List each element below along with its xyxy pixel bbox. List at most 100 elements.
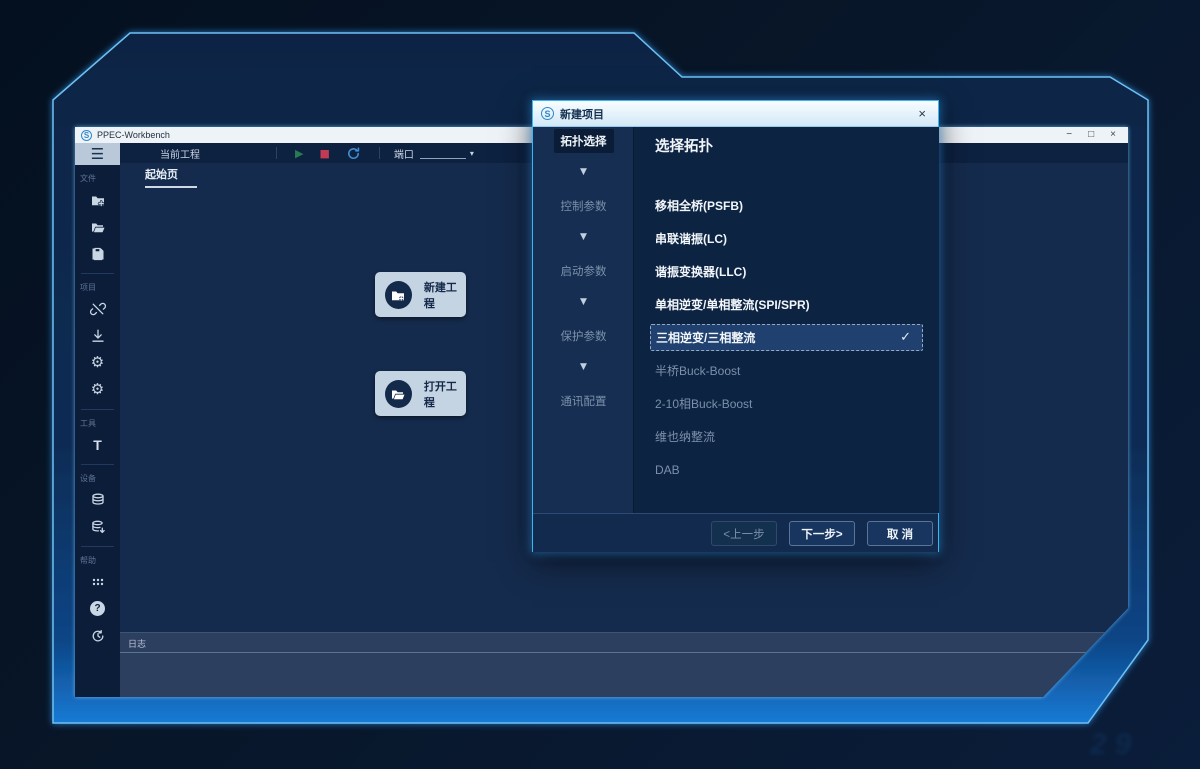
run-button[interactable]: ▶	[295, 147, 303, 160]
step-arrow-icon: ▼	[533, 362, 634, 372]
folder-open-icon	[390, 386, 406, 402]
gear-bolt-icon: ⚙	[91, 355, 104, 370]
list-item-psfb[interactable]: 移相全桥(PSFB)	[634, 189, 939, 222]
step-startup-params[interactable]: 启动参数	[533, 259, 634, 283]
tab-label: 起始页	[145, 166, 197, 182]
sidebar-section-device: 设备	[75, 473, 96, 484]
sidebar-section-project: 项目	[75, 282, 96, 293]
step-comm-config[interactable]: 通讯配置	[533, 389, 634, 413]
download-icon	[90, 328, 106, 344]
cancel-button[interactable]: 取 消	[867, 521, 933, 546]
gear-icon: ⚙	[91, 382, 104, 397]
toolbar-divider	[379, 147, 380, 159]
port-select[interactable]	[420, 147, 466, 159]
database-icon	[90, 492, 106, 508]
menu-icon[interactable]: ☰	[75, 143, 120, 165]
maximize-icon[interactable]: □	[1088, 127, 1094, 143]
panel-title: 选择拓扑	[655, 135, 713, 156]
log-label: 日志	[120, 633, 1128, 652]
step-protection-params[interactable]: 保护参数	[533, 324, 634, 348]
new-project-dialog: S 新建项目 × 拓扑选择 ▼ 控制参数 ▼ 启动参数 ▼ 保护参数	[532, 100, 939, 552]
history-icon	[90, 628, 106, 644]
toolbar-divider	[276, 147, 277, 159]
caret-down-icon[interactable]: ▾	[470, 149, 474, 158]
text-tool-icon: T	[93, 437, 102, 453]
open-project-card-button[interactable]: 打开工程	[375, 371, 466, 416]
apps-button[interactable]	[75, 568, 120, 595]
checkmark-icon: ✓	[900, 330, 922, 345]
list-item-halfbridge-buckboost[interactable]: 半桥Buck-Boost	[634, 354, 939, 387]
sidebar-divider	[81, 409, 114, 410]
refresh-button[interactable]	[346, 146, 361, 161]
folder-plus-icon	[390, 287, 406, 303]
device-write-button[interactable]	[75, 513, 120, 540]
dialog-footer: <上一步 下一步> 取 消	[533, 513, 938, 552]
link-off-icon	[90, 301, 106, 317]
save-button[interactable]	[75, 240, 120, 267]
log-panel: 日志	[120, 632, 1128, 697]
step-arrow-icon: ▼	[533, 232, 634, 242]
dialog-close-icon[interactable]: ×	[914, 106, 930, 121]
tab-underline	[145, 186, 197, 188]
check-update-button[interactable]	[75, 622, 120, 649]
wizard-steps: 拓扑选择 ▼ 控制参数 ▼ 启动参数 ▼ 保护参数 ▼ 通讯配置	[533, 127, 634, 513]
current-project-label: 当前工程	[160, 146, 200, 161]
new-project-label: 新建工程	[424, 279, 466, 311]
dialog-titlebar: S 新建项目 ×	[533, 101, 938, 127]
text-tool-button[interactable]: T	[75, 431, 120, 458]
port-label: 端口	[394, 146, 414, 161]
tab-start-page[interactable]: 起始页	[145, 166, 197, 188]
list-item-multiphase-buckboost[interactable]: 2-10相Buck-Boost	[634, 387, 939, 420]
log-divider	[120, 652, 1128, 653]
dialog-title: 新建项目	[560, 106, 604, 122]
prev-step-button[interactable]: <上一步	[711, 521, 777, 546]
background-glyph: 29	[1090, 728, 1139, 762]
help-button[interactable]: ?	[75, 595, 120, 622]
window-title: PPEC-Workbench	[97, 130, 170, 140]
open-project-label: 打开工程	[424, 378, 466, 410]
next-step-button[interactable]: 下一步>	[789, 521, 855, 546]
list-item-dab[interactable]: DAB	[634, 453, 939, 486]
settings-button[interactable]: ⚙	[75, 376, 120, 403]
download-button[interactable]	[75, 322, 120, 349]
step-arrow-icon: ▼	[533, 297, 634, 307]
save-icon	[90, 246, 106, 262]
desktop-background: 29 S PPEC-Workbench − □ × ☰ 文件	[0, 0, 1200, 769]
open-project-button[interactable]	[75, 213, 120, 240]
new-project-button[interactable]	[75, 186, 120, 213]
help-icon: ?	[90, 601, 105, 616]
topology-list: 移相全桥(PSFB) 串联谐振(LC) 谐振变换器(LLC) 单相逆变/单相整流…	[634, 189, 939, 486]
list-item-lc[interactable]: 串联谐振(LC)	[634, 222, 939, 255]
step-arrow-icon: ▼	[533, 167, 634, 177]
debug-settings-button[interactable]: ⚙	[75, 349, 120, 376]
sidebar-divider	[81, 464, 114, 465]
close-icon[interactable]: ×	[1110, 127, 1116, 143]
sidebar-section-tools: 工具	[75, 418, 96, 429]
database-write-icon	[90, 519, 106, 535]
sidebar-section-help: 帮助	[75, 555, 96, 566]
step-control-params[interactable]: 控制参数	[533, 194, 634, 218]
sidebar-section-files: 文件	[75, 173, 96, 184]
stop-button[interactable]: ■	[319, 147, 329, 160]
topology-panel: 选择拓扑 移相全桥(PSFB) 串联谐振(LC) 谐振变换器(LLC) 单相逆变…	[634, 127, 939, 513]
list-item-spi-spr[interactable]: 单相逆变/单相整流(SPI/SPR)	[634, 288, 939, 321]
minimize-icon[interactable]: −	[1066, 127, 1072, 143]
list-item-vienna[interactable]: 维也纳整流	[634, 420, 939, 453]
folder-plus-badge	[385, 281, 412, 309]
sidebar-divider	[81, 273, 114, 274]
disconnect-button[interactable]	[75, 295, 120, 322]
folder-plus-icon	[90, 192, 106, 208]
folder-open-icon	[90, 219, 106, 235]
refresh-icon	[346, 146, 361, 161]
list-item-three-phase-selected[interactable]: 三相逆变/三相整流 ✓	[650, 324, 923, 351]
folder-open-badge	[385, 380, 412, 408]
app-logo-icon: S	[81, 130, 92, 141]
new-project-card-button[interactable]: 新建工程	[375, 272, 466, 317]
apps-grid-icon	[90, 574, 106, 590]
step-topology[interactable]: 拓扑选择	[533, 129, 634, 153]
app-logo-icon: S	[541, 107, 554, 120]
sidebar-divider	[81, 546, 114, 547]
device-stack-button[interactable]	[75, 486, 120, 513]
list-item-llc[interactable]: 谐振变换器(LLC)	[634, 255, 939, 288]
sidebar: ☰ 文件	[75, 143, 120, 697]
